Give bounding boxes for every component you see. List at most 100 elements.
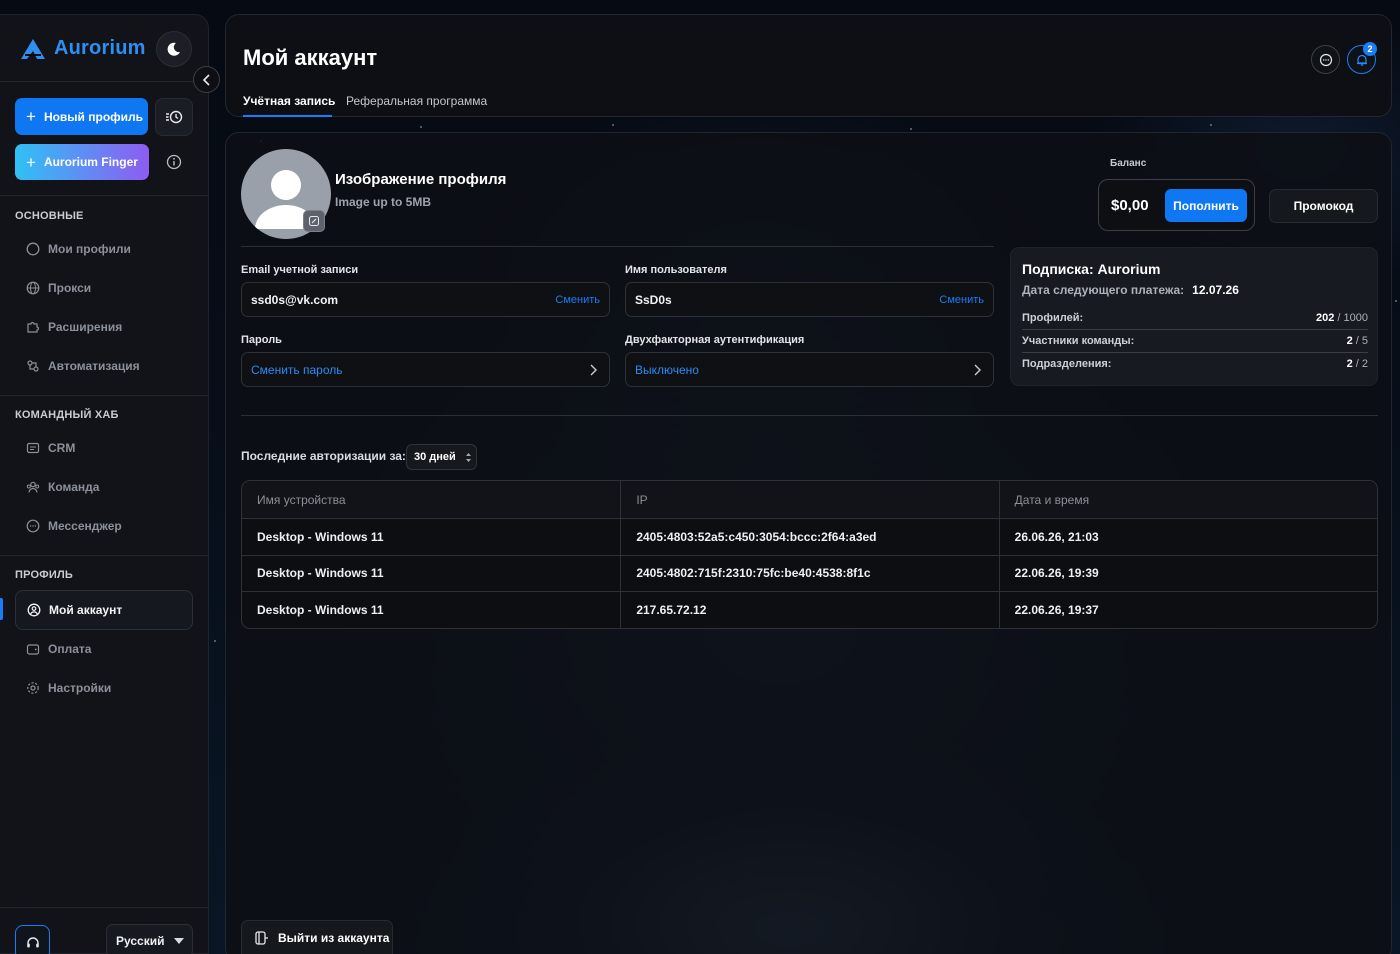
auth-history-table: Имя устройства IP Дата и время Desktop -… xyxy=(241,480,1378,629)
new-profile-button[interactable]: + Новый профиль xyxy=(15,98,148,135)
sidebar-item-label: Мои профили xyxy=(48,242,131,256)
sidebar-item-automation[interactable]: Автоматизация xyxy=(15,346,193,386)
globe-icon xyxy=(26,281,40,295)
sidebar-item-proxy[interactable]: Прокси xyxy=(15,268,193,308)
edit-avatar-button[interactable] xyxy=(303,210,325,232)
notification-count-badge: 2 xyxy=(1363,42,1377,56)
section-title-main: ОСНОВНЫЕ xyxy=(15,210,84,222)
sidebar-divider xyxy=(0,195,208,196)
wallet-icon xyxy=(26,642,40,656)
sidebar-item-payment[interactable]: Оплата xyxy=(15,629,193,669)
theme-toggle-button[interactable] xyxy=(156,31,192,67)
subscription-title: Подписка: Aurorium xyxy=(1022,261,1161,277)
subscription-row-value: 2 / 5 xyxy=(1347,335,1368,347)
sidebar-item-settings[interactable]: Настройки xyxy=(15,668,193,708)
star xyxy=(910,128,912,130)
section-title-team: КОМАНДНЫЙ ХАБ xyxy=(15,409,119,421)
table-row: Desktop - Windows 11 2405:4802:715f:2310… xyxy=(242,554,1377,591)
twofa-button[interactable]: Выключено xyxy=(625,352,994,387)
logout-icon xyxy=(255,931,268,945)
total-count: / 5 xyxy=(1352,335,1368,347)
tab-referral[interactable]: Реферальная программа xyxy=(346,94,487,108)
change-password-button[interactable]: Сменить пароль xyxy=(241,352,610,387)
support-button[interactable] xyxy=(15,925,50,954)
subscription-row-divisions: Подразделения: 2 / 2 xyxy=(1022,358,1368,375)
sidebar-item-label: Мой аккаунт xyxy=(49,603,123,617)
aurorium-finger-label: Aurorium Finger xyxy=(43,155,138,169)
page-title: Мой аккаунт xyxy=(243,45,378,70)
crm-icon xyxy=(26,441,40,455)
team-icon xyxy=(26,480,40,494)
promo-code-button[interactable]: Промокод xyxy=(1269,189,1378,223)
sidebar-item-label: Мессенджер xyxy=(48,519,122,533)
next-payment-label: Дата следующего платежа: xyxy=(1022,283,1185,297)
subscription-row-value: 202 / 1000 xyxy=(1316,312,1368,324)
page-header: Мой аккаунт Учётная запись Реферальная п… xyxy=(225,14,1392,117)
sidebar-item-crm[interactable]: CRM xyxy=(15,428,193,468)
device-cell: Desktop - Windows 11 xyxy=(257,529,384,544)
chevron-right-icon xyxy=(590,364,597,375)
username-label: Имя пользователя xyxy=(625,264,727,276)
active-nav-indicator xyxy=(0,598,3,620)
sidebar-item-label: Расширения xyxy=(48,320,123,334)
edit-icon xyxy=(309,216,319,226)
sidebar-item-team[interactable]: Команда xyxy=(15,467,193,507)
star xyxy=(420,126,422,128)
chat-button[interactable] xyxy=(1311,45,1340,74)
profile-image-hint: Image up to 5MB xyxy=(335,195,432,209)
subscription-row-label: Участники команды: xyxy=(1022,335,1135,347)
balance-amount: $0,00 xyxy=(1111,197,1149,214)
subscription-row-value: 2 / 2 xyxy=(1347,358,1368,370)
tab-account[interactable]: Учётная запись xyxy=(243,94,335,108)
sidebar-item-messenger[interactable]: Мессенджер xyxy=(15,506,193,546)
table-row: Desktop - Windows 11 217.65.72.12 22.06.… xyxy=(242,591,1377,628)
finger-info-button[interactable] xyxy=(155,143,193,181)
sidebar-divider xyxy=(0,395,208,396)
datetime-cell: 22.06.26, 19:37 xyxy=(998,592,1377,628)
gear-icon xyxy=(26,681,40,695)
next-payment: Дата следующего платежа: 12.07.26 xyxy=(1022,283,1239,297)
subscription-row-members: Участники команды: 2 / 5 xyxy=(1022,335,1368,353)
column-header-device: Имя устройства xyxy=(257,492,346,507)
topup-button[interactable]: Пополнить xyxy=(1165,189,1247,222)
puzzle-icon xyxy=(26,320,40,334)
table-header-row: Имя устройства IP Дата и время xyxy=(242,481,1377,518)
ip-cell: 217.65.72.12 xyxy=(620,592,998,628)
email-label: Email учетной записи xyxy=(241,264,359,276)
period-select[interactable]: 30 дней xyxy=(406,444,477,470)
balance-label: Баланс xyxy=(1110,158,1147,169)
sidebar-item-label: CRM xyxy=(48,441,76,455)
aurorium-logo-icon xyxy=(21,38,45,59)
aurorium-finger-button[interactable]: + Aurorium Finger xyxy=(15,144,149,180)
user-circle-icon xyxy=(27,603,41,617)
logout-button[interactable]: Выйти из аккаунта xyxy=(241,920,393,954)
twofa-value: Выключено xyxy=(635,362,699,377)
profile-circle-icon xyxy=(26,242,40,256)
star xyxy=(214,640,216,642)
password-label: Пароль xyxy=(241,334,282,346)
logout-label: Выйти из аккаунта xyxy=(278,931,390,945)
device-cell: Desktop - Windows 11 xyxy=(257,602,384,617)
caret-down-icon xyxy=(173,938,184,944)
sidebar-item-extensions[interactable]: Расширения xyxy=(15,307,193,347)
email-field[interactable]: ssd0s@vk.com Сменить xyxy=(241,282,610,317)
change-username-button[interactable]: Сменить xyxy=(939,294,984,306)
sidebar-item-my-account[interactable]: Мой аккаунт xyxy=(15,590,193,630)
twofa-label: Двухфакторная аутентификация xyxy=(625,334,805,346)
history-button[interactable] xyxy=(155,98,193,136)
plus-icon: + xyxy=(26,107,36,126)
profile-image-title: Изображение профиля xyxy=(335,171,507,188)
app-logo[interactable]: Aurorium xyxy=(20,37,146,60)
language-select[interactable]: Русский xyxy=(106,924,193,954)
sidebar-item-label: Команда xyxy=(48,480,100,494)
change-email-button[interactable]: Сменить xyxy=(555,294,600,306)
username-field[interactable]: SsD0s Сменить xyxy=(625,282,994,317)
plus-icon: + xyxy=(26,152,36,172)
chevron-left-icon xyxy=(202,73,210,86)
change-password-label: Сменить пароль xyxy=(251,362,343,377)
ip-cell: 2405:4802:715f:2310:75fc:be40:4538:8f1c xyxy=(620,555,998,591)
chevron-right-icon xyxy=(974,364,981,375)
subscription-row-profiles: Профилей: 202 / 1000 xyxy=(1022,312,1368,330)
sidebar-item-my-profiles[interactable]: Мои профили xyxy=(15,229,193,269)
collapse-sidebar-button[interactable] xyxy=(193,66,220,93)
